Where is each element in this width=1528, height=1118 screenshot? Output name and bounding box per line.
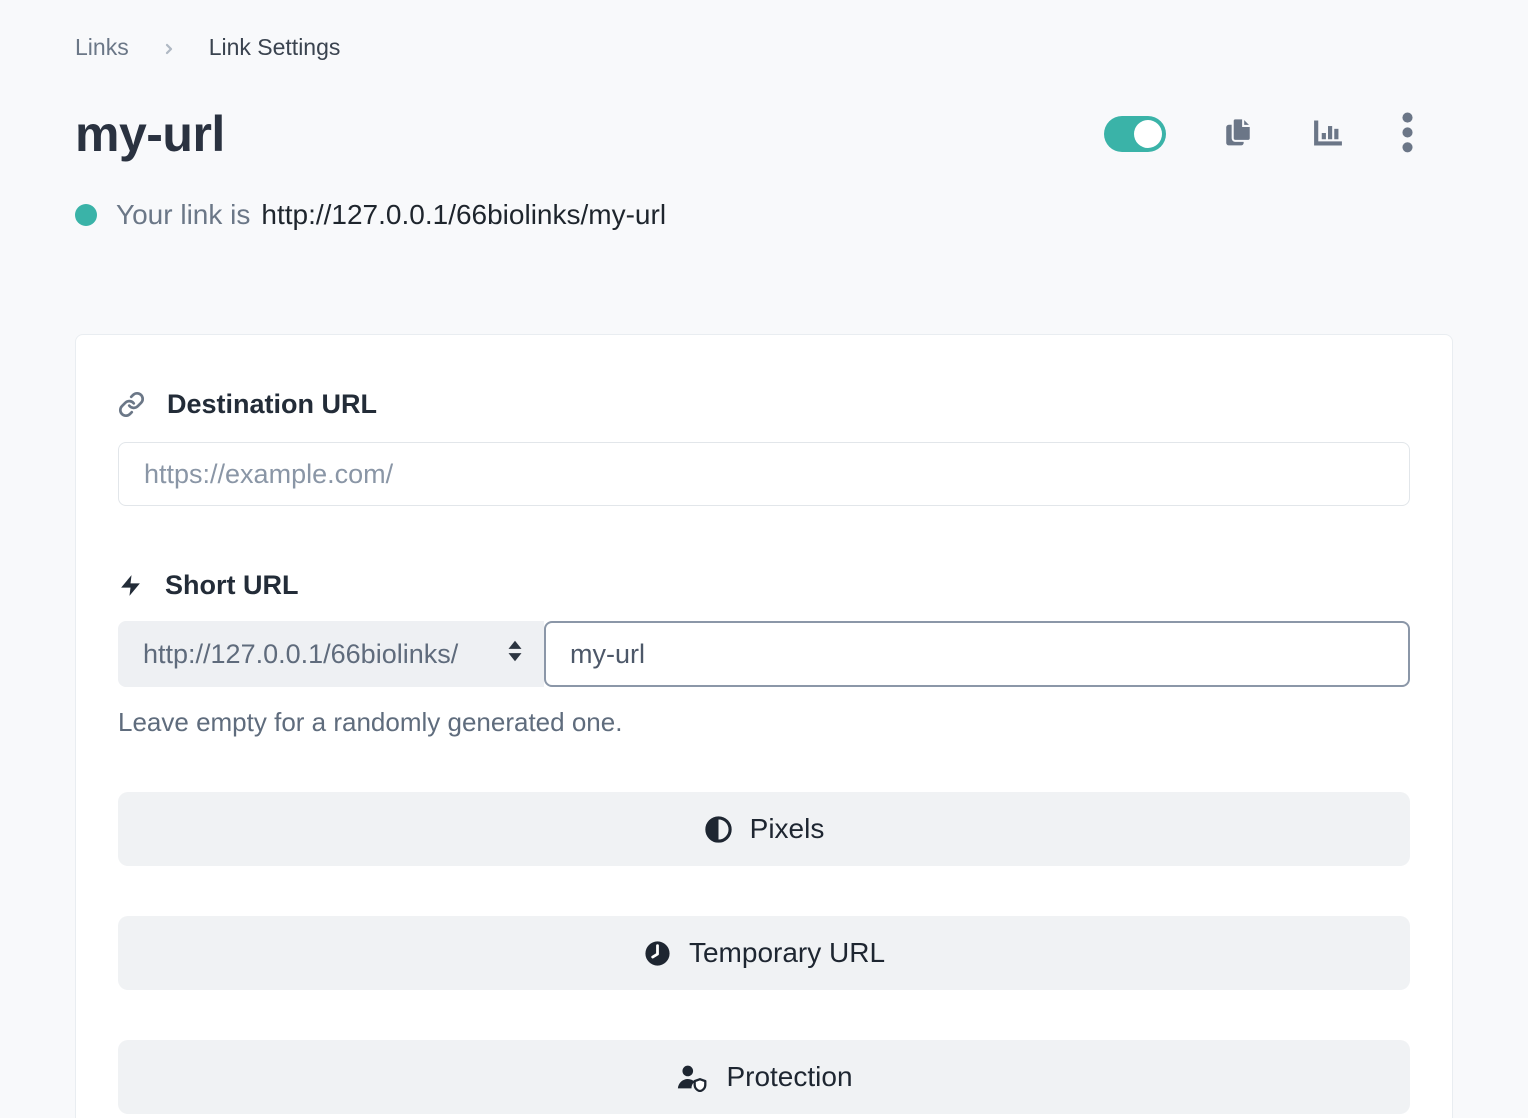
statistics-button[interactable]: [1311, 117, 1345, 152]
link-enabled-toggle[interactable]: [1104, 116, 1166, 152]
breadcrumb-links[interactable]: Links: [75, 34, 129, 61]
toggle-knob: [1134, 120, 1162, 148]
chevron-right-icon: [161, 41, 177, 57]
short-url-label: Short URL: [165, 570, 298, 601]
more-options-button[interactable]: [1402, 111, 1413, 158]
link-chain-icon: [118, 391, 145, 418]
clock-icon: [643, 939, 672, 968]
header-controls: [1104, 111, 1453, 158]
short-link-url[interactable]: http://127.0.0.1/66biolinks/my-url: [261, 199, 666, 231]
copy-icon: [1223, 116, 1254, 152]
contrast-half-circle-icon: [704, 815, 733, 844]
temporary-url-button[interactable]: Temporary URL: [118, 916, 1410, 990]
temporary-url-button-label: Temporary URL: [689, 937, 885, 969]
lightning-bolt-icon: [118, 572, 143, 599]
bar-chart-icon: [1311, 117, 1345, 152]
link-status-line: Your link is http://127.0.0.1/66biolinks…: [75, 199, 1453, 231]
protection-button-label: Protection: [726, 1061, 852, 1093]
destination-url-label-row: Destination URL: [118, 389, 1410, 420]
status-prefix: Your link is: [116, 199, 250, 231]
destination-url-input[interactable]: [118, 442, 1410, 506]
destination-url-label: Destination URL: [167, 389, 377, 420]
page-header: my-url: [75, 105, 1453, 163]
domain-select[interactable]: http://127.0.0.1/66biolinks/: [118, 621, 544, 687]
short-url-input[interactable]: [544, 621, 1410, 687]
page-title: my-url: [75, 105, 225, 163]
copy-link-button[interactable]: [1223, 116, 1254, 152]
select-arrows-icon: [506, 638, 524, 671]
pixels-button[interactable]: Pixels: [118, 792, 1410, 866]
short-url-helper-text: Leave empty for a randomly generated one…: [118, 707, 1410, 738]
short-url-label-row: Short URL: [118, 570, 1410, 601]
domain-select-value: http://127.0.0.1/66biolinks/: [143, 639, 458, 670]
link-settings-card: Destination URL Short URL http://127.0.0…: [75, 334, 1453, 1118]
breadcrumb-link-settings: Link Settings: [209, 34, 341, 61]
protection-button[interactable]: Protection: [118, 1040, 1410, 1114]
breadcrumb: Links Link Settings: [75, 34, 1453, 61]
short-url-row: http://127.0.0.1/66biolinks/: [118, 621, 1410, 687]
user-shield-icon: [675, 1063, 709, 1092]
pixels-button-label: Pixels: [750, 813, 825, 845]
section-buttons: Pixels Temporary URL: [118, 792, 1410, 1114]
status-dot-icon: [75, 204, 97, 226]
kebab-menu-icon: [1402, 111, 1413, 158]
link-settings-page: Links Link Settings my-url: [0, 0, 1528, 1118]
